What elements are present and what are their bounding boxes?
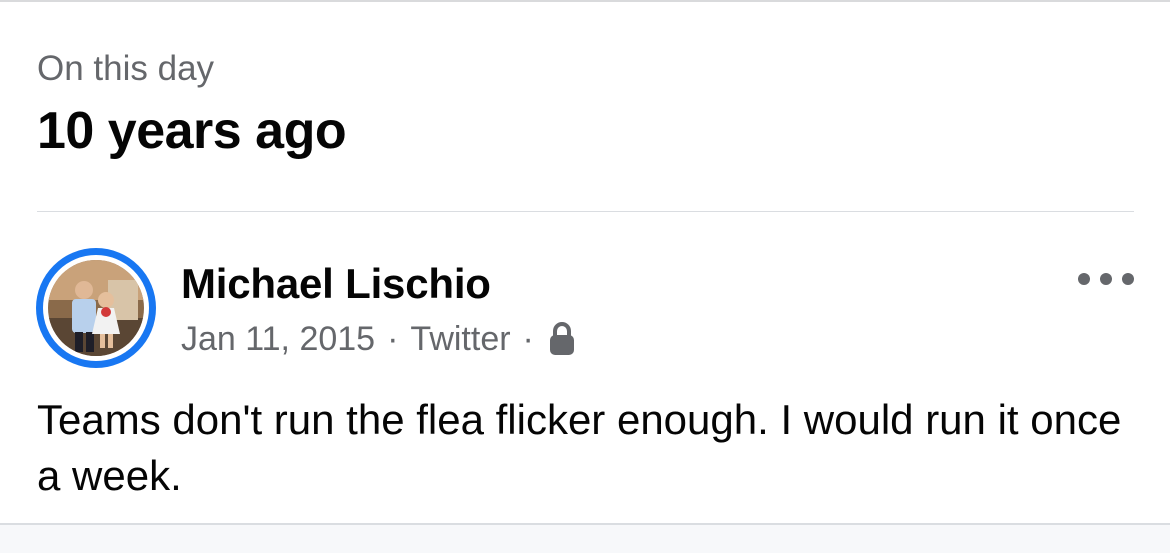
post-date[interactable]: Jan 11, 2015 — [181, 320, 375, 359]
top-border — [0, 0, 1170, 2]
meta-separator: · — [522, 319, 534, 358]
divider — [37, 211, 1134, 212]
section-title: 10 years ago — [37, 102, 347, 160]
post-text: Teams don't run the flea flicker enough.… — [37, 396, 1122, 499]
section-eyebrow: On this day — [37, 49, 215, 88]
more-options-button[interactable] — [1078, 264, 1134, 294]
more-horizontal-icon — [1078, 273, 1090, 285]
meta-separator: · — [387, 319, 399, 358]
avatar[interactable] — [36, 248, 156, 368]
avatar-photo — [48, 260, 144, 356]
post-source: Twitter — [410, 319, 511, 358]
bottom-bar — [0, 523, 1170, 553]
author-name[interactable]: Michael Lischio — [181, 258, 491, 310]
post-meta: Jan 11, 2015 · Twitter · — [181, 317, 576, 361]
lock-icon — [548, 321, 576, 357]
